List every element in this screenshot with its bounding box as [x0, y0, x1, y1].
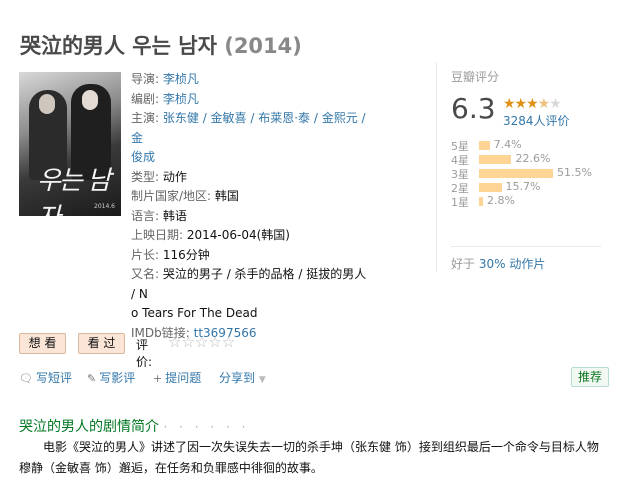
director-link[interactable]: 李桢凡: [163, 72, 199, 86]
ask-question-label: 提问题: [165, 371, 202, 385]
synopsis-heading: 哭泣的男人的剧情简介 · · · · · ·: [19, 416, 249, 436]
info-aka-row: 又名: 哭泣的男子 / 杀手的品格 / 挺拔的男人 / N o Tears Fo…: [131, 265, 371, 324]
rating-panel: 豆瓣评分 6.3 ★★★★★ 3284人评价 5星 7.4% 4星 22.6% 3星…: [436, 62, 611, 272]
action-toolbar: 🗨 写短评 ✎ 写影评 + 提问题 分享到 ▼ 推荐: [19, 367, 609, 389]
movie-info: 导演: 李桢凡 编剧: 李桢凡 主演: 张东健 / 金敏喜 / 布莱恩·泰 / …: [131, 70, 371, 343]
synopsis-title: 哭泣的男人的剧情简介: [19, 419, 159, 435]
rating-label: 豆瓣评分: [451, 70, 500, 84]
rating-stars-icon: ★★★★★: [503, 96, 562, 112]
synopsis-text: 电影《哭泣的男人》讲述了因一次失误失去一切的杀手坤（张东健 饰）接到组织最后一个…: [19, 440, 599, 475]
votes-link[interactable]: 3284人评价: [503, 112, 570, 129]
rating-bar-fill: [479, 155, 512, 164]
writer-label: 编剧:: [131, 91, 160, 106]
cast-label: 主演:: [131, 111, 160, 125]
genre-value: 动作: [162, 169, 187, 184]
aka-value-line2: o Tears For The Dead: [131, 306, 258, 320]
page-title: 哭泣的男人 우는 남자 (2014): [20, 30, 302, 60]
info-imdb-row: IMDb链接: tt3697566: [131, 324, 371, 344]
genre-label: 类型:: [131, 169, 160, 184]
rating-bar-pct: 22.6%: [515, 152, 551, 165]
aka-label: 又名:: [131, 267, 160, 281]
runtime-label: 片长:: [131, 247, 160, 262]
writer-link[interactable]: 李桢凡: [163, 92, 199, 106]
better-than-link[interactable]: 30% 动作片: [479, 257, 546, 271]
chevron-down-icon: ▼: [258, 375, 266, 385]
language-value: 韩语: [162, 208, 187, 223]
ask-question-link[interactable]: + 提问题: [153, 369, 201, 386]
rating-bar-row: 1星 2.8%: [451, 194, 611, 209]
rate-label: 评价:: [136, 338, 153, 369]
info-genre-row: 类型: 动作: [131, 168, 371, 188]
write-short-review-label: 写短评: [35, 371, 72, 385]
rating-bar-row: 4星 22.6%: [451, 152, 611, 167]
release-label: 上映日期:: [131, 228, 184, 242]
info-country-row: 制片国家/地区: 韩国: [131, 187, 371, 207]
info-writer-row: 编剧: 李桢凡: [131, 90, 371, 110]
rating-bar-row: 2星 15.7%: [451, 180, 611, 195]
share-label: 分享到: [219, 371, 256, 385]
better-than: 好于 30% 动作片: [451, 246, 601, 272]
info-language-row: 语言: 韩语: [131, 207, 371, 227]
star-filled-icon: ★★★: [503, 96, 539, 112]
poster-face-man: [39, 94, 55, 114]
share-dropdown[interactable]: 分享到 ▼: [219, 369, 269, 386]
rating-bar-row: 5星 7.4%: [451, 138, 611, 153]
country-label: 制片国家/地区:: [131, 189, 212, 203]
rating-distribution: 5星 7.4% 4星 22.6% 3星 51.5% 2星 15.7% 1星 2.8%: [451, 138, 611, 209]
movie-poster[interactable]: 우는 남자 2014.6: [19, 72, 121, 216]
rating-bar-pct: 2.8%: [487, 194, 515, 207]
want-to-watch-button[interactable]: 想 看: [19, 333, 66, 354]
language-label: 语言:: [131, 208, 160, 223]
director-label: 导演:: [131, 72, 160, 86]
write-short-review-link[interactable]: 🗨 写短评: [19, 369, 72, 386]
info-runtime-row: 片长: 116分钟: [131, 246, 371, 266]
star-empty-icon: ★: [549, 96, 562, 112]
info-director-row: 导演: 李桢凡: [131, 70, 371, 90]
info-release-row: 上映日期: 2014-06-04(韩国): [131, 226, 371, 246]
movie-title: 哭泣的男人 우는 남자: [20, 34, 217, 58]
aka-value-line1: 哭泣的男子 / 杀手的品格 / 挺拔的男人 / N: [131, 267, 367, 301]
rating-score: 6.3: [451, 92, 496, 125]
cast-link-line1[interactable]: 张东健 / 金敏喜 / 布莱恩·泰 / 金熙元 / 金: [131, 111, 366, 145]
rating-bar-pct: 51.5%: [557, 166, 592, 179]
rating-bar-pct: 7.4%: [493, 138, 522, 151]
runtime-value: 116分钟: [162, 247, 210, 262]
score-row: 6.3 ★★★★★ 3284人评价: [451, 90, 611, 129]
pencil-icon: ✎: [87, 372, 97, 385]
cast-link-line2[interactable]: 俊成: [131, 150, 155, 164]
star-half-icon: ★: [537, 96, 551, 112]
recommend-button[interactable]: 推荐: [570, 367, 609, 387]
release-value: 2014-06-04(韩国): [186, 228, 290, 242]
better-than-prefix: 好于: [451, 257, 479, 271]
rating-bar-fill: [479, 169, 553, 178]
country-value: 韩国: [214, 189, 239, 203]
rating-bar-label: 1星: [451, 196, 469, 209]
write-review-label: 写影评: [99, 371, 136, 385]
movie-year: (2014): [224, 34, 302, 58]
rating-bar-pct: 15.7%: [505, 180, 541, 193]
poster-face-woman: [82, 90, 98, 110]
rating-bar-row: 3星 51.5%: [451, 166, 611, 181]
watched-button[interactable]: 看 过: [78, 333, 125, 354]
rating-bar-fill: [479, 141, 490, 150]
speech-bubble-icon: 🗨: [19, 372, 33, 385]
rating-bar-fill: [479, 183, 502, 192]
info-cast-row: 主演: 张东健 / 金敏喜 / 布莱恩·泰 / 金熙元 / 金 俊成: [131, 109, 371, 168]
write-review-link[interactable]: ✎ 写影评: [87, 369, 135, 386]
plus-icon: +: [153, 372, 163, 385]
poster-caption: 2014.6: [94, 203, 115, 210]
rating-bar-fill: [479, 197, 484, 206]
rate-stars-icon[interactable]: ☆☆☆☆☆: [168, 333, 235, 351]
synopsis-dots: · · · · · ·: [163, 420, 250, 434]
